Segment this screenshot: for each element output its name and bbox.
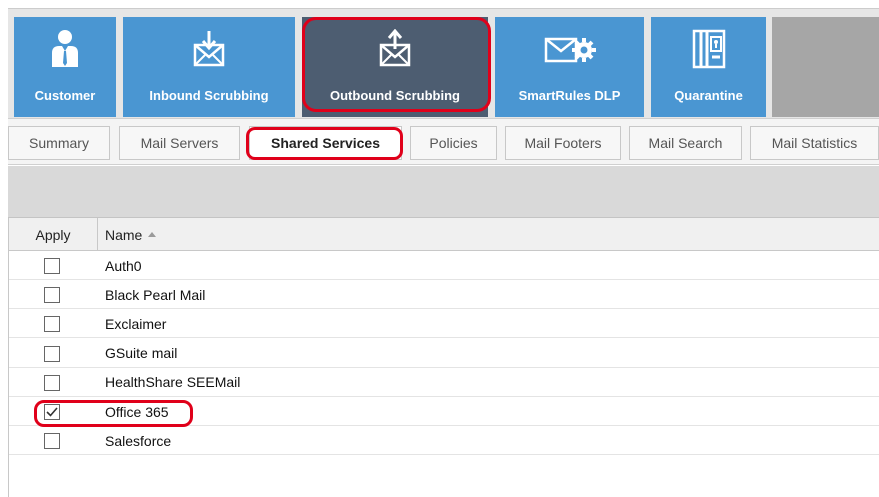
customer-icon — [14, 29, 116, 71]
tab-summary[interactable]: Summary — [8, 126, 110, 160]
shared-services-grid: Apply Name Auth0 Black Pearl Mail Exclaime… — [8, 218, 879, 497]
module-smartrules-dlp[interactable]: SmartRules DLP — [495, 17, 644, 117]
module-label: Inbound Scrubbing — [149, 88, 269, 103]
service-name: Exclaimer — [105, 315, 167, 332]
page-top — [0, 0, 879, 8]
service-name: Salesforce — [105, 432, 172, 449]
module-label: Outbound Scrubbing — [330, 88, 460, 103]
apply-checkbox[interactable] — [44, 287, 60, 304]
service-name: Black Pearl Mail — [105, 286, 206, 303]
table-row: Auth0 — [9, 251, 879, 280]
table-row: HealthShare SEEMail — [9, 368, 879, 397]
module-label: SmartRules DLP — [518, 88, 621, 103]
tab-policies[interactable]: Policies — [410, 126, 497, 160]
table-row: Exclaimer — [9, 309, 879, 339]
tab-mail-statistics[interactable]: Mail Statistics — [750, 126, 879, 160]
tab-mail-servers[interactable]: Mail Servers — [119, 126, 240, 160]
service-name: HealthShare SEEMail — [105, 374, 241, 391]
checkmark-icon — [46, 407, 58, 417]
module-bar: Customer Inbound Scrubbing Outbound Scru — [8, 8, 879, 118]
table-row: Black Pearl Mail — [9, 280, 879, 310]
table-row: GSuite mail — [9, 339, 879, 368]
column-header-name[interactable]: Name — [98, 218, 398, 251]
tab-mail-footers[interactable]: Mail Footers — [505, 126, 621, 160]
apply-checkbox[interactable] — [44, 433, 60, 450]
table-row: Office 365 — [9, 397, 879, 426]
module-bar-filler — [772, 17, 879, 117]
module-outbound-scrubbing[interactable]: Outbound Scrubbing — [302, 17, 488, 117]
module-customer[interactable]: Customer — [14, 17, 116, 117]
tab-mail-search[interactable]: Mail Search — [629, 126, 742, 160]
service-name: Auth0 — [105, 257, 142, 274]
sort-ascending-icon — [148, 232, 157, 237]
outbound-mail-icon — [302, 29, 488, 71]
quarantine-icon — [651, 29, 766, 71]
tab-shared-services[interactable]: Shared Services — [249, 126, 402, 160]
sub-tab-bar: Summary Mail Servers Shared Services Pol… — [8, 118, 879, 165]
apply-checkbox[interactable] — [44, 404, 60, 420]
apply-checkbox[interactable] — [44, 345, 60, 362]
service-name: Office 365 — [105, 403, 169, 420]
module-label: Quarantine — [674, 88, 743, 103]
mail-gear-icon — [495, 29, 644, 71]
module-inbound-scrubbing[interactable]: Inbound Scrubbing — [123, 17, 295, 117]
apply-checkbox[interactable] — [44, 374, 60, 391]
module-quarantine[interactable]: Quarantine — [651, 17, 766, 117]
apply-checkbox[interactable] — [44, 258, 60, 274]
column-header-apply: Apply — [9, 218, 98, 251]
grid-toolbar — [8, 166, 879, 218]
column-header-name-label: Name — [105, 226, 143, 243]
inbound-mail-icon — [123, 29, 295, 71]
grid-header: Apply Name — [9, 218, 879, 251]
table-row: Salesforce — [9, 426, 879, 456]
apply-checkbox[interactable] — [44, 316, 60, 333]
module-label: Customer — [34, 88, 96, 103]
service-name: GSuite mail — [105, 345, 178, 362]
